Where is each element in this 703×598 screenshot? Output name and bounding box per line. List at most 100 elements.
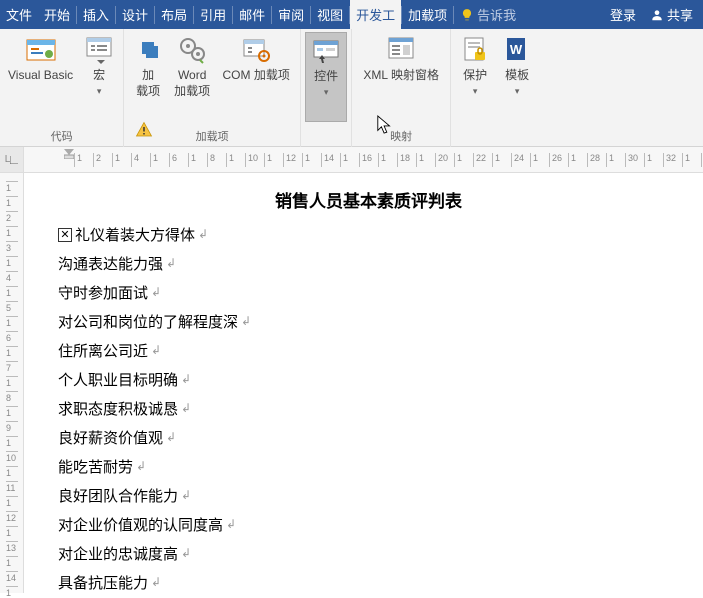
ruler-mark: 1 (6, 466, 18, 478)
ruler-mark: 9 (6, 421, 18, 433)
ruler-mark: 16 (359, 153, 372, 167)
share-button[interactable]: 共享 (646, 5, 697, 24)
addin-button[interactable]: 加 载项 (128, 32, 168, 122)
ruler-mark: 12 (283, 153, 296, 167)
ruler-mark: 24 (511, 153, 524, 167)
visual-basic-icon (25, 34, 57, 66)
chevron-down-icon: ▾ (97, 86, 102, 98)
line-text: 住所离公司近 (58, 340, 148, 361)
tab-design[interactable]: 设计 (116, 0, 154, 29)
tab-mail[interactable]: 邮件 (233, 0, 271, 29)
indent-marker-icon[interactable] (64, 149, 74, 159)
ruler-mark: 32 (663, 153, 676, 167)
ruler-mark: 1 (6, 226, 18, 238)
ruler-mark: 5 (6, 301, 18, 313)
ruler-mark: 1 (644, 153, 652, 167)
tab-insert[interactable]: 插入 (77, 0, 115, 29)
tab-layout[interactable]: 布局 (155, 0, 193, 29)
document-line[interactable]: ✕礼仪着装大方得体↲ (58, 224, 679, 245)
protect-button[interactable]: 保护 ▾ (455, 32, 495, 122)
ruler-area: L 12141618110112114116118120122124126128… (0, 147, 703, 173)
paragraph-mark-icon: ↲ (136, 459, 146, 474)
ruler-mark: 1 (340, 153, 348, 167)
tab-stop-icon (10, 156, 18, 164)
document-line[interactable]: 对企业价值观的认同度高↲ (58, 514, 679, 535)
com-addin-icon (240, 34, 272, 66)
ruler-mark: 1 (302, 153, 310, 167)
line-text: 良好团队合作能力 (58, 485, 178, 506)
line-text: 良好薪资价值观 (58, 427, 163, 448)
paragraph-mark-icon: ↲ (181, 546, 191, 561)
macro-icon (83, 34, 115, 66)
ruler-mark: 1 (6, 286, 18, 298)
document-line[interactable]: 住所离公司近↲ (58, 340, 679, 361)
group-label-code: 代码 (4, 128, 119, 147)
ruler-mark: 3 (6, 241, 18, 253)
document-line[interactable]: 能吃苦耐劳↲ (58, 456, 679, 477)
tab-addins[interactable]: 加载项 (402, 0, 453, 29)
paragraph-mark-icon: ↲ (226, 517, 236, 532)
ruler-mark: 1 (6, 181, 18, 193)
line-text: 能吃苦耐劳 (58, 456, 133, 477)
line-text: 具备抗压能力 (58, 572, 148, 593)
ruler-mark: 1 (6, 256, 18, 268)
vertical-ruler[interactable]: 112131415161718191101111121131141 (0, 173, 24, 593)
document-line[interactable]: 求职态度积极诚恳↲ (58, 398, 679, 419)
addin-icon (132, 34, 164, 66)
ruler-corner[interactable]: L (0, 147, 23, 173)
document-line[interactable]: 良好薪资价值观↲ (58, 427, 679, 448)
document-line[interactable]: 具备抗压能力↲ (58, 572, 679, 593)
ruler-mark: 10 (6, 451, 18, 463)
document-area[interactable]: 销售人员基本素质评判表 ✕礼仪着装大方得体↲沟通表达能力强↲守时参加面试↲对公司… (24, 173, 703, 593)
document-title: 销售人员基本素质评判表 (58, 187, 679, 212)
tab-references[interactable]: 引用 (194, 0, 232, 29)
tell-me[interactable]: 告诉我 (454, 5, 522, 24)
ruler-mark: 2 (6, 211, 18, 223)
xml-icon (385, 34, 417, 66)
ruler-mark: 1 (6, 346, 18, 358)
template-button[interactable]: W 模板 ▾ (497, 32, 537, 122)
tab-view[interactable]: 视图 (311, 0, 349, 29)
line-text: 对公司和岗位的了解程度深 (58, 311, 238, 332)
ruler-mark: 1 (6, 526, 18, 538)
xml-mapping-button[interactable]: XML 映射窗格 (356, 32, 446, 122)
tab-file[interactable]: 文件 (0, 0, 38, 29)
tab-home[interactable]: 开始 (38, 0, 76, 29)
document-line[interactable]: 守时参加面试↲ (58, 282, 679, 303)
com-addin-button[interactable]: COM 加载项 (216, 32, 296, 122)
document-line[interactable]: 对企业的忠诚度高↲ (58, 543, 679, 564)
ruler-mark: 13 (6, 541, 18, 553)
tab-review[interactable]: 审阅 (272, 0, 310, 29)
ruler-mark: 1 (530, 153, 538, 167)
horizontal-ruler[interactable]: 1214161811011211411611812012212412612813… (24, 147, 703, 173)
word-addin-button[interactable]: Word 加载项 (170, 32, 214, 122)
document-line[interactable]: 良好团队合作能力↲ (58, 485, 679, 506)
line-text: 礼仪着装大方得体 (75, 224, 195, 245)
ruler-mark: 14 (321, 153, 334, 167)
paragraph-mark-icon: ↲ (166, 256, 176, 271)
controls-button[interactable]: 控件 ▾ (305, 32, 347, 122)
ruler-mark: 7 (6, 361, 18, 373)
ruler-mark: 11 (6, 481, 18, 493)
checkbox-checked[interactable]: ✕ (58, 228, 72, 242)
ruler-mark: 8 (207, 153, 215, 167)
paragraph-mark-icon: ↲ (151, 343, 161, 358)
paragraph-mark-icon: ↲ (198, 227, 208, 242)
ruler-mark: 18 (397, 153, 410, 167)
ruler-mark: 1 (6, 436, 18, 448)
ribbon-group-code: Visual Basic 宏 ▾ 代码 (0, 29, 124, 147)
ruler-mark: 1 (606, 153, 614, 167)
login-button[interactable]: 登录 (606, 5, 640, 24)
document-line[interactable]: 对公司和岗位的了解程度深↲ (58, 311, 679, 332)
paragraph-mark-icon: ↲ (181, 401, 191, 416)
ruler-mark: 1 (74, 153, 82, 167)
visual-basic-button[interactable]: Visual Basic (4, 32, 77, 122)
tab-developer[interactable]: 开发工 (350, 0, 401, 29)
document-line[interactable]: 沟通表达能力强↲ (58, 253, 679, 274)
line-text: 对企业的忠诚度高 (58, 543, 178, 564)
ruler-mark: 1 (568, 153, 576, 167)
macro-button[interactable]: 宏 ▾ (79, 32, 119, 122)
document-line[interactable]: 个人职业目标明确↲ (58, 369, 679, 390)
controls-icon (310, 35, 342, 67)
ribbon-group-protect: 保护 ▾ W 模板 ▾ (451, 29, 541, 147)
